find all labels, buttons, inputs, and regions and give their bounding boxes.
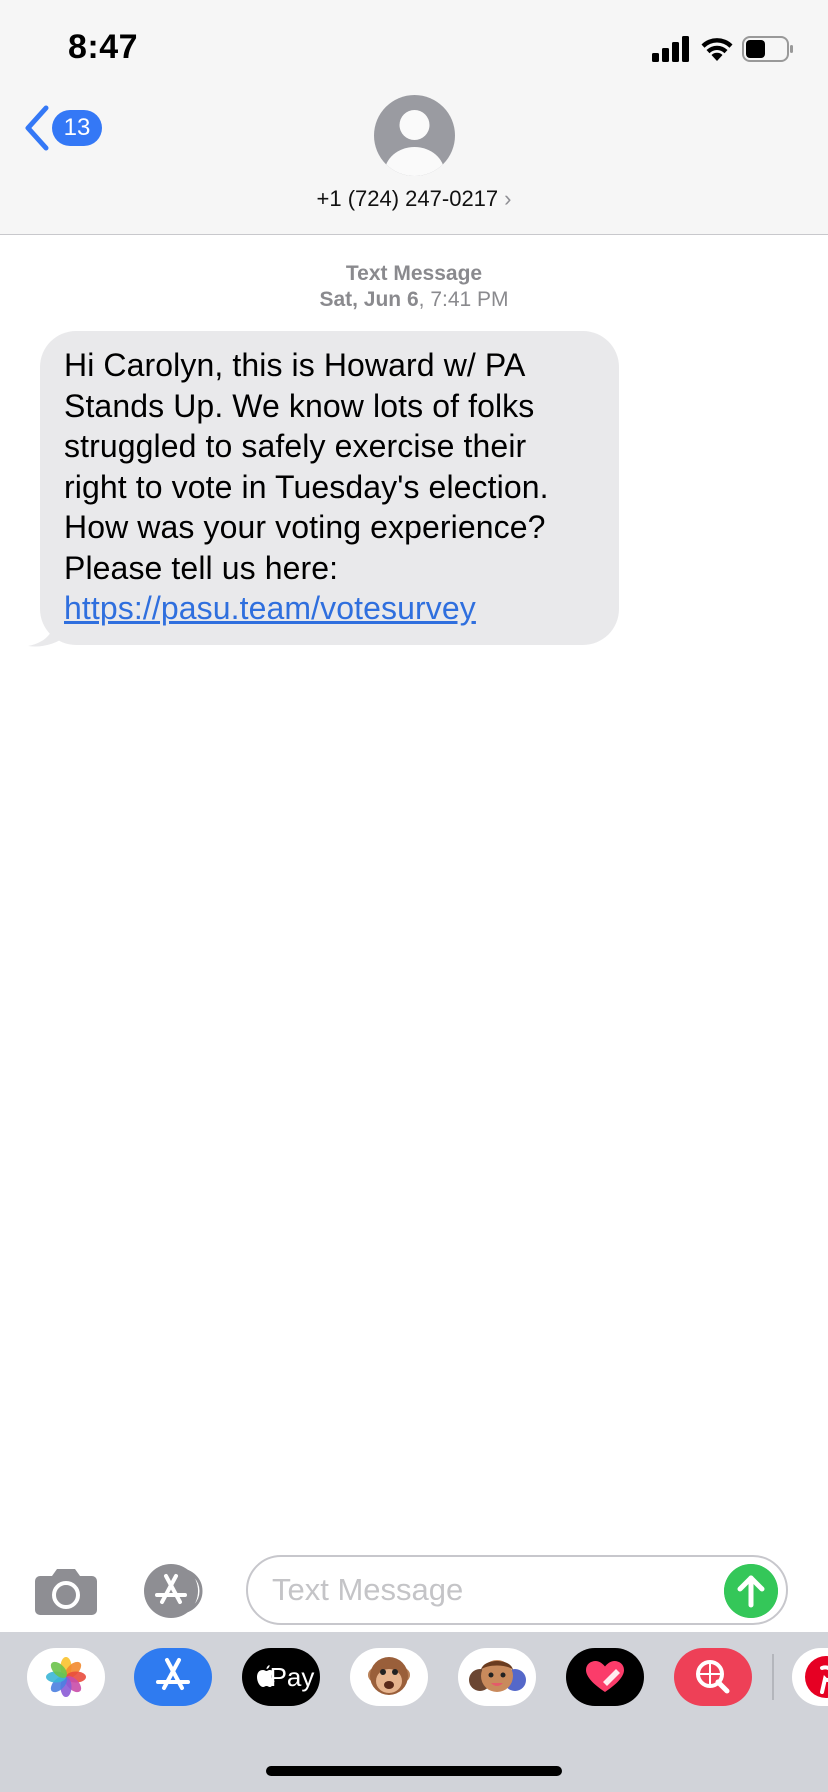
apple-pay-app-icon[interactable]: Pay [242, 1648, 320, 1706]
drawer-divider [772, 1654, 774, 1700]
home-indicator[interactable] [266, 1766, 562, 1776]
camera-icon[interactable] [34, 1566, 98, 1616]
apple-pay-label: Pay [269, 1662, 315, 1692]
digital-touch-app-icon[interactable] [566, 1648, 644, 1706]
chevron-right-icon: › [504, 186, 512, 211]
back-chevron-icon[interactable] [22, 104, 52, 152]
unread-count-badge[interactable]: 13 [52, 110, 102, 146]
cellular-signal-icon [652, 36, 689, 62]
photos-app-icon[interactable] [27, 1648, 105, 1706]
message-body: Hi Carolyn, this is Howard w/ PA Stands … [64, 347, 549, 586]
search-images-app-icon[interactable] [674, 1648, 752, 1706]
conversation-header: 8:47 13 +1 (724) 247-0217 › [0, 0, 828, 235]
message-type-label: Text Message [345, 262, 483, 285]
survey-link[interactable]: https://pasu.team/votesurvey [64, 590, 476, 626]
timestamp-date: Sat, Jun 6 [319, 288, 419, 311]
incoming-message-bubble[interactable]: Hi Carolyn, this is Howard w/ PA Stands … [40, 331, 619, 645]
timestamp-time: , 7:41 PM [418, 288, 509, 311]
message-timestamp: Sat, Jun 6, 7:41 PM [0, 288, 828, 312]
message-text: Hi Carolyn, this is Howard w/ PA Stands … [64, 345, 595, 629]
contact-name-row[interactable]: +1 (724) 247-0217 › [0, 186, 828, 212]
app-store-icon[interactable] [140, 1564, 212, 1618]
send-arrow-icon[interactable] [724, 1564, 778, 1618]
animoji-app-icon[interactable] [350, 1648, 428, 1706]
message-input[interactable] [272, 1567, 712, 1613]
contact-phone-number: +1 (724) 247-0217 [316, 186, 499, 211]
app-store-app-icon[interactable] [134, 1648, 212, 1706]
status-bar-time: 8:47 [68, 28, 139, 66]
wifi-icon [701, 38, 733, 61]
battery-icon [742, 36, 793, 62]
person-silhouette-icon [384, 110, 445, 176]
memoji-app-icon[interactable] [458, 1648, 536, 1706]
message-input-container[interactable] [246, 1555, 788, 1625]
contact-avatar[interactable] [374, 95, 455, 176]
